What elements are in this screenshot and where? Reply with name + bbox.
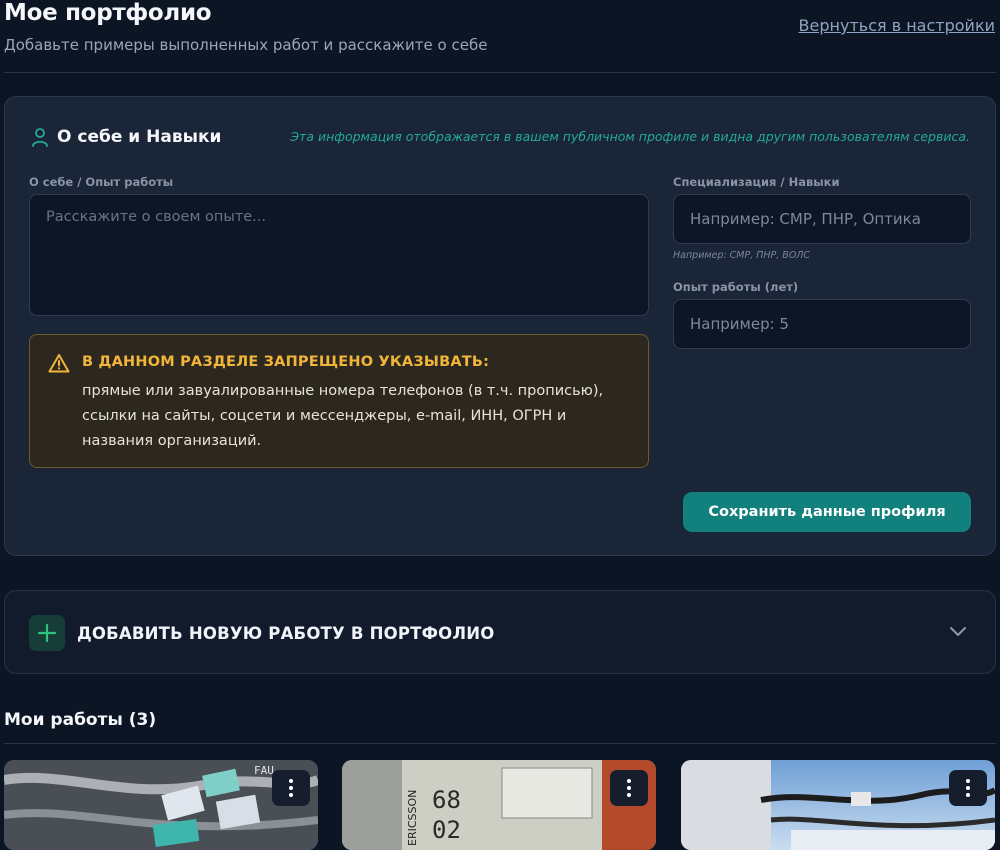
warning-icon bbox=[48, 354, 70, 373]
page-title: Мое портфолио bbox=[4, 0, 212, 26]
divider bbox=[4, 743, 996, 744]
visibility-note: Эта информация отображается в вашем публ… bbox=[290, 129, 970, 144]
user-icon bbox=[32, 128, 48, 147]
save-profile-button[interactable]: Сохранить данные профиля bbox=[683, 492, 971, 532]
works-title: Мои работы (3) bbox=[4, 710, 157, 730]
svg-text:68: 68 bbox=[432, 786, 461, 814]
specialization-label: Специализация / Навыки bbox=[673, 175, 840, 189]
divider bbox=[4, 72, 996, 73]
warning-title: В ДАННОМ РАЗДЕЛЕ ЗАПРЕЩЕНО УКАЗЫВАТЬ: bbox=[82, 354, 490, 370]
svg-text:02: 02 bbox=[432, 816, 461, 844]
add-work-title: ДОБАВИТЬ НОВУЮ РАБОТУ В ПОРТФОЛИО bbox=[77, 624, 495, 643]
specialization-hint: Например: СМР, ПНР, ВОЛС bbox=[673, 250, 811, 261]
thumb-label: ERICSSON bbox=[406, 790, 419, 846]
about-label: О себе / Опыт работы bbox=[29, 175, 174, 189]
experience-label: Опыт работы (лет) bbox=[673, 280, 799, 294]
profile-card: О себе и Навыки Эта информация отображае… bbox=[4, 96, 996, 556]
add-work-panel[interactable]: ДОБАВИТЬ НОВУЮ РАБОТУ В ПОРТФОЛИО bbox=[4, 590, 996, 674]
plus-icon bbox=[29, 615, 65, 651]
thumb-label: FAU bbox=[254, 764, 274, 777]
page-subtitle: Добавьте примеры выполненных работ и рас… bbox=[4, 36, 488, 54]
chevron-down-icon[interactable] bbox=[949, 625, 967, 637]
warning-box: В ДАННОМ РАЗДЕЛЕ ЗАПРЕЩЕНО УКАЗЫВАТЬ: пр… bbox=[29, 334, 649, 468]
back-to-settings-link[interactable]: Вернуться в настройки bbox=[799, 16, 995, 35]
section-title: О себе и Навыки bbox=[57, 127, 222, 147]
specialization-input[interactable] bbox=[673, 194, 971, 244]
about-textarea[interactable] bbox=[29, 194, 649, 316]
work-menu-button[interactable] bbox=[272, 770, 310, 806]
work-menu-button[interactable] bbox=[610, 770, 648, 806]
experience-input[interactable] bbox=[673, 299, 971, 349]
warning-text: прямые или завуалированные номера телефо… bbox=[82, 383, 604, 449]
work-menu-button[interactable] bbox=[949, 770, 987, 806]
